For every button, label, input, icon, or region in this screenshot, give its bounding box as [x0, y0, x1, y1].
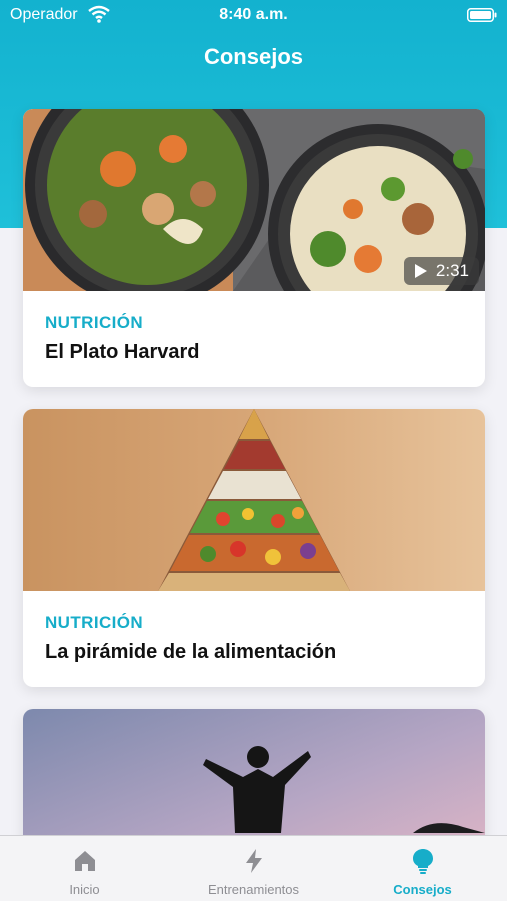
tip-title: La pirámide de la alimentación	[45, 641, 337, 663]
tip-card-motivacion[interactable]	[23, 709, 485, 835]
status-time: 8:40 a.m.	[219, 6, 288, 23]
tip-category: NUTRICIÓN	[45, 313, 144, 332]
lightning-icon	[245, 849, 262, 873]
status-bar: Operador 8:40 a.m.	[0, 0, 507, 32]
tab-inicio[interactable]: Inicio	[0, 836, 169, 901]
tab-label: Entrenamientos	[207, 882, 300, 897]
tip-card-piramide[interactable]: NUTRICIÓN La pirámide de la alimentación	[23, 409, 485, 687]
page-title: Consejos	[203, 44, 304, 69]
video-duration-badge: 2:31	[403, 257, 479, 285]
tab-entrenamientos[interactable]: Entrenamientos	[169, 836, 338, 901]
food-pyramid-photo	[23, 409, 485, 591]
tip-card-image: 2:31	[23, 109, 485, 291]
video-duration: 2:31	[435, 261, 469, 280]
lightbulb-icon	[412, 849, 433, 874]
tab-label: Inicio	[69, 882, 100, 897]
tab-bar: Inicio Entrenamientos Consejos	[0, 835, 507, 901]
tip-card-image	[23, 709, 485, 835]
tip-title: El Plato Harvard	[45, 341, 200, 363]
battery-icon	[467, 8, 497, 22]
tab-label: Consejos	[393, 882, 452, 897]
tip-category: NUTRICIÓN	[45, 613, 144, 632]
tip-card-plato-harvard[interactable]: 2:31 NUTRICIÓN El Plato Harvard	[23, 109, 485, 387]
person-arms-raised-sunset-photo	[23, 709, 485, 835]
tip-card-image	[23, 409, 485, 591]
tips-scroll-area[interactable]: 2:31 NUTRICIÓN El Plato Harvard NUTRICIÓ…	[0, 0, 507, 835]
tab-consejos[interactable]: Consejos	[338, 836, 507, 901]
home-icon	[74, 851, 95, 871]
play-icon	[414, 264, 427, 278]
